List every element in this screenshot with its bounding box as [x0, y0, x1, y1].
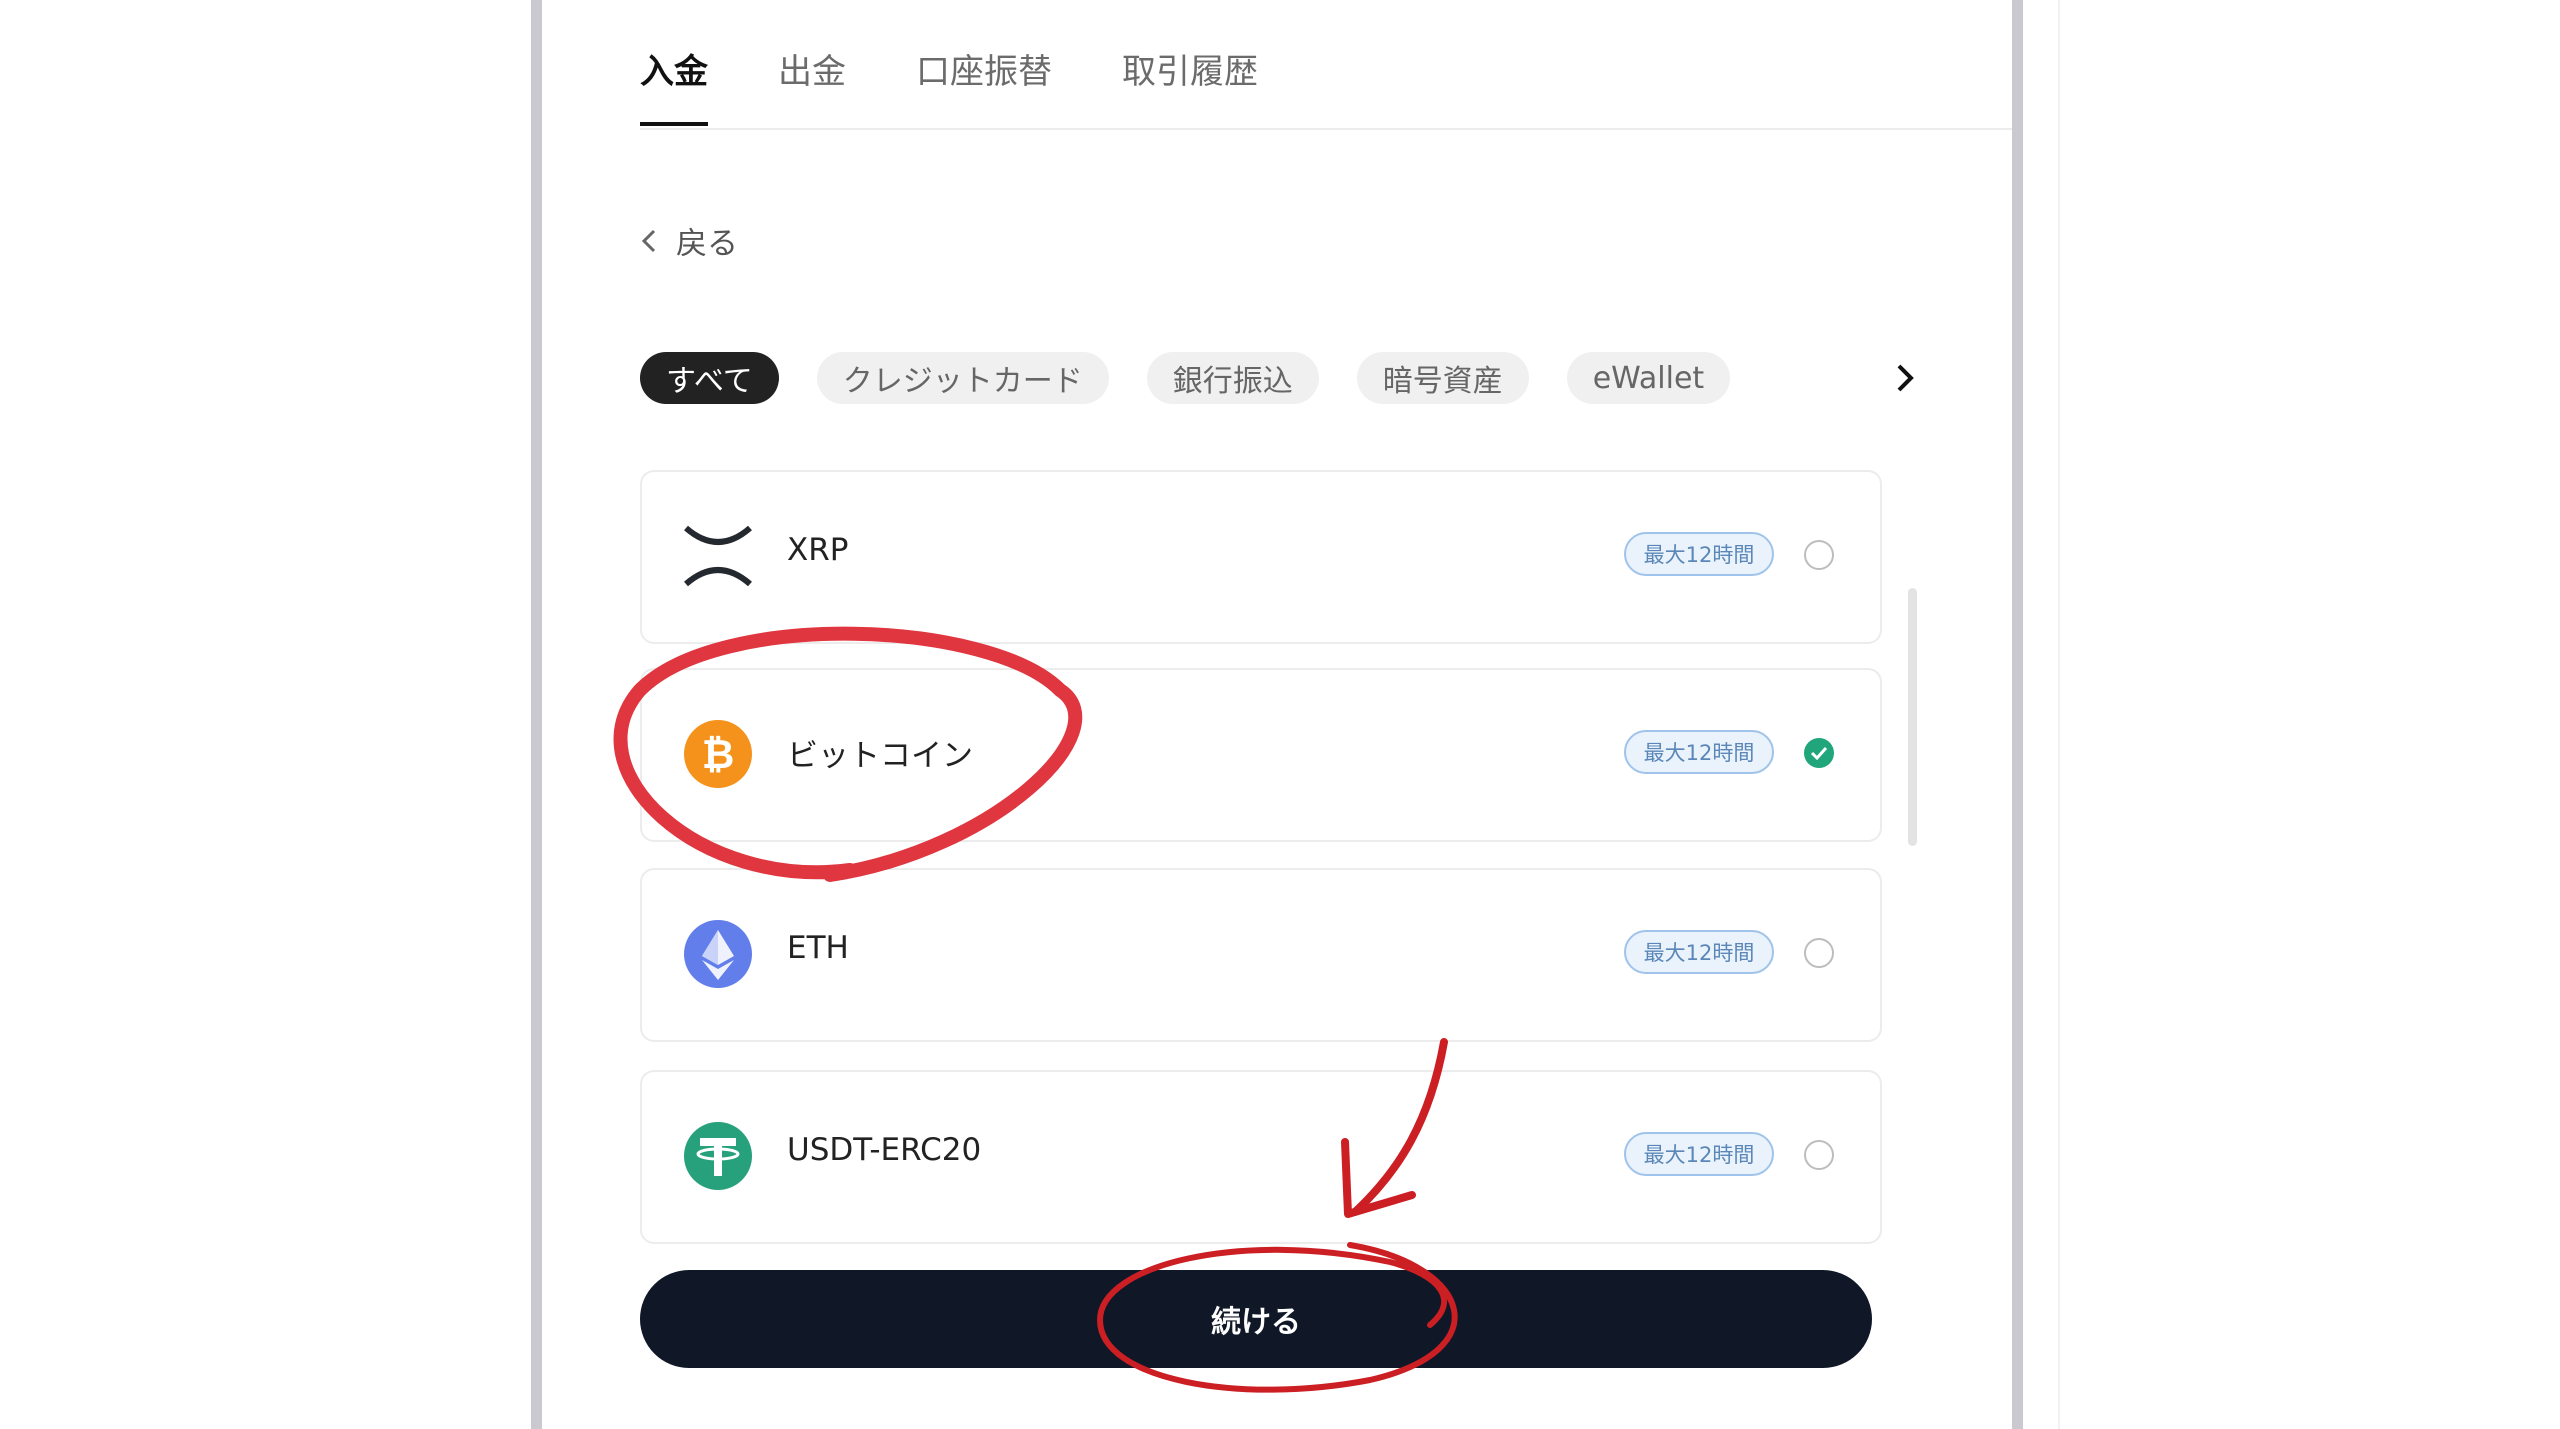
method-card-bitcoin[interactable]: ₿ ビットコイン 最大12時間: [640, 668, 1882, 842]
tether-icon: [684, 1122, 752, 1190]
chevron-right-icon[interactable]: [1890, 358, 1920, 398]
filter-chip-credit-card[interactable]: クレジットカード: [816, 352, 1109, 404]
filter-chip-ewallet[interactable]: eWallet: [1566, 352, 1731, 404]
chevron-left-icon: [641, 229, 656, 252]
tab-account-transfer[interactable]: 口座振替: [916, 38, 1052, 130]
processing-time-badge: 最大12時間: [1624, 930, 1774, 974]
method-name: USDT-ERC20: [787, 1132, 982, 1168]
window-frame-right: [2012, 0, 2023, 1429]
method-name: ETH: [787, 930, 849, 966]
xrp-icon: [684, 525, 752, 587]
method-card-ethereum[interactable]: ETH 最大12時間: [640, 868, 1882, 1042]
checkmark-icon: [1810, 746, 1828, 760]
method-radio[interactable]: [1804, 1140, 1834, 1170]
method-radio-checked[interactable]: [1804, 738, 1834, 768]
tab-withdraw[interactable]: 出金: [778, 38, 846, 130]
main-tabs: 入金 出金 口座振替 取引履歴: [640, 38, 1258, 130]
processing-time-badge: 最大12時間: [1624, 730, 1774, 774]
filter-chip-all[interactable]: すべて: [640, 352, 779, 404]
continue-button[interactable]: 続ける: [640, 1270, 1872, 1368]
list-scrollbar[interactable]: [1908, 588, 1917, 846]
filter-chip-crypto[interactable]: 暗号資産: [1356, 352, 1529, 404]
method-radio[interactable]: [1804, 540, 1834, 570]
bitcoin-icon: ₿: [684, 720, 752, 788]
tabs-divider: [640, 128, 2012, 130]
svg-text:₿: ₿: [702, 732, 735, 778]
method-card-xrp[interactable]: XRP 最大12時間: [640, 470, 1882, 644]
background-divider: [2058, 0, 2060, 1429]
tab-deposit[interactable]: 入金: [640, 38, 708, 130]
method-name: ビットコイン: [787, 738, 973, 774]
method-filter-chips: すべて クレジットカード 銀行振込 暗号資産 eWallet: [640, 352, 1731, 404]
filter-chip-bank-transfer[interactable]: 銀行振込: [1146, 352, 1319, 404]
method-name: XRP: [787, 532, 849, 568]
ethereum-icon: [684, 920, 752, 988]
method-card-usdt-erc20[interactable]: USDT-ERC20 最大12時間: [640, 1070, 1882, 1244]
back-link[interactable]: 戻る: [640, 218, 738, 263]
processing-time-badge: 最大12時間: [1624, 532, 1774, 576]
window-frame-left: [531, 0, 542, 1429]
back-label: 戻る: [676, 226, 738, 262]
processing-time-badge: 最大12時間: [1624, 1132, 1774, 1176]
tab-transaction-history[interactable]: 取引履歴: [1122, 38, 1258, 130]
method-radio[interactable]: [1804, 938, 1834, 968]
